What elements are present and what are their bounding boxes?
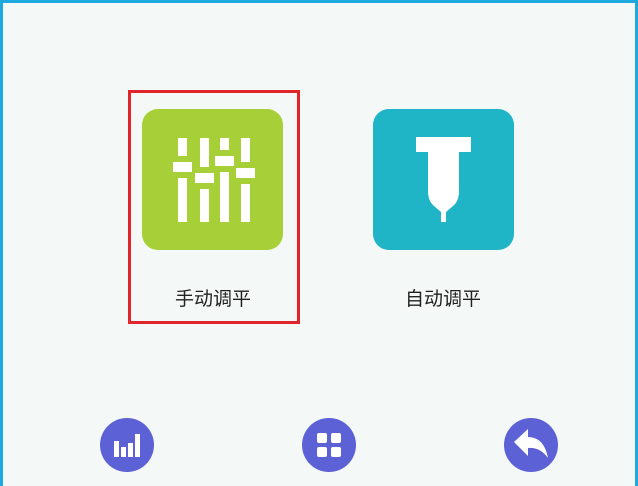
sliders-icon: [142, 109, 283, 250]
back-button[interactable]: [504, 418, 558, 472]
probe-pin-icon: [373, 109, 514, 250]
bar-chart-icon: [100, 418, 154, 472]
menu-button[interactable]: [302, 418, 356, 472]
auto-leveling-button[interactable]: [373, 109, 514, 250]
auto-leveling-label: 自动调平: [404, 288, 481, 310]
manual-leveling-button[interactable]: [142, 109, 283, 250]
stats-button[interactable]: [100, 418, 154, 472]
grid-menu-icon: [302, 418, 356, 472]
back-arrow-icon: [504, 418, 558, 472]
leveling-screen: 手动调平 自动调平: [0, 0, 638, 486]
manual-leveling-label: 手动调平: [174, 288, 251, 310]
